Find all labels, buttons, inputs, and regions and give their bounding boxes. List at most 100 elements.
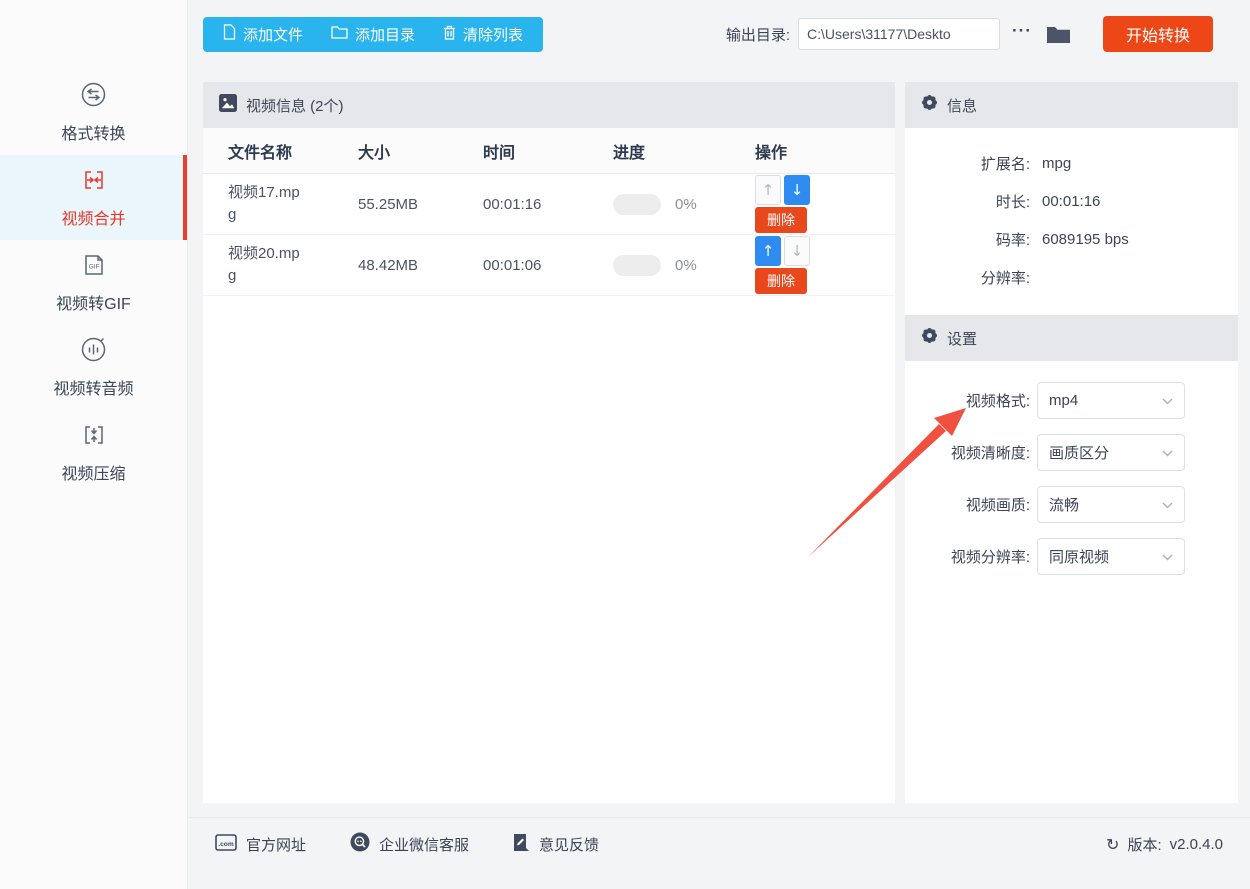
setting-video-format: 视频格式: mp4 bbox=[905, 382, 1238, 419]
chevron-down-icon bbox=[1162, 444, 1173, 462]
compress-icon bbox=[81, 422, 107, 453]
info-value: 6089195 bps bbox=[1042, 230, 1129, 248]
wechat-support-label: 企业微信客服 bbox=[379, 836, 470, 854]
info-label: 时长: bbox=[995, 193, 1030, 211]
open-folder-icon[interactable] bbox=[1046, 25, 1071, 44]
sidebar-item-video-to-gif[interactable]: GIF 视频转GIF bbox=[0, 240, 187, 325]
info-value: mpg bbox=[1042, 154, 1072, 172]
video-format-select[interactable]: mp4 bbox=[1037, 382, 1185, 419]
select-value: 画质区分 bbox=[1049, 445, 1110, 462]
file-time: 00:01:06 bbox=[483, 256, 542, 274]
setting-video-clarity: 视频清晰度: 画质区分 bbox=[905, 434, 1238, 471]
sidebar-item-label: 视频转音频 bbox=[53, 381, 134, 398]
info-row-resolution: 分辨率: bbox=[905, 258, 1238, 296]
add-directory-label: 添加目录 bbox=[355, 26, 416, 44]
info-row-duration: 时长: 00:01:16 bbox=[905, 182, 1238, 220]
file-actions-group: 添加文件 添加目录 清除列表 bbox=[203, 16, 544, 52]
official-site-label: 官方网址 bbox=[246, 836, 307, 854]
sidebar-item-label: 视频压缩 bbox=[61, 465, 126, 483]
feedback-link[interactable]: 意见反馈 bbox=[513, 833, 599, 856]
video-list-header: 视频信息 (2个) bbox=[203, 82, 895, 128]
select-value: mp4 bbox=[1049, 392, 1079, 409]
settings-header: 设置 bbox=[905, 315, 1238, 361]
file-name: 视频20.mpg bbox=[228, 245, 300, 284]
sidebar-item-video-compress[interactable]: 视频压缩 bbox=[0, 410, 187, 495]
delete-button[interactable]: 删除 bbox=[755, 207, 807, 233]
info-row-extension: 扩展名: mpg bbox=[905, 144, 1238, 182]
feedback-icon bbox=[513, 833, 530, 856]
info-header: 信息 bbox=[905, 82, 1238, 128]
setting-video-resolution: 视频分辨率: 同原视频 bbox=[905, 538, 1238, 575]
audio-icon bbox=[80, 336, 107, 368]
clear-list-button[interactable]: 清除列表 bbox=[429, 17, 537, 52]
content: 视频信息 (2个) 文件名称 大小 时间 进度 操作 视频17.mpg 55.2… bbox=[188, 68, 1250, 803]
wechat-icon bbox=[350, 832, 370, 856]
col-actions: 操作 bbox=[755, 144, 788, 162]
sidebar-item-label: 视频转GIF bbox=[56, 295, 131, 313]
select-value: 流畅 bbox=[1049, 497, 1080, 514]
table-header-row: 文件名称 大小 时间 进度 操作 bbox=[203, 128, 895, 174]
sidebar-item-format-convert[interactable]: 格式转换 bbox=[0, 70, 187, 155]
move-down-button[interactable]: ↓ bbox=[784, 175, 810, 205]
row-actions: ↑ ↓ 删除 bbox=[755, 236, 895, 294]
website-icon: .com bbox=[215, 833, 237, 855]
svg-text:.com: .com bbox=[218, 841, 234, 848]
move-up-button[interactable]: ↑ bbox=[755, 236, 781, 266]
feedback-label: 意见反馈 bbox=[539, 836, 600, 854]
browse-ellipsis-button[interactable]: ··· bbox=[1012, 21, 1032, 41]
start-convert-button[interactable]: 开始转换 bbox=[1103, 16, 1213, 52]
progress-cell: 0% bbox=[613, 254, 755, 276]
add-file-button[interactable]: 添加文件 bbox=[209, 17, 317, 52]
folder-icon bbox=[331, 25, 348, 43]
col-progress: 进度 bbox=[613, 144, 646, 162]
info-title: 信息 bbox=[947, 97, 978, 115]
setting-label: 视频格式: bbox=[965, 393, 1030, 410]
move-up-button[interactable]: ↑ bbox=[755, 175, 781, 205]
refresh-icon[interactable]: ↻ bbox=[1106, 835, 1119, 854]
delete-button[interactable]: 删除 bbox=[755, 268, 807, 294]
video-quality-select[interactable]: 流畅 bbox=[1037, 486, 1185, 523]
video-list-title: 视频信息 (2个) bbox=[246, 97, 344, 115]
chevron-down-icon bbox=[1162, 548, 1173, 566]
app-window: 格式转换 视频合并 GIF 视频转GIF 视频转音频 视频压缩 添加文件 添加目… bbox=[0, 0, 1250, 889]
progress-cell: 0% bbox=[613, 193, 755, 215]
video-info-icon bbox=[219, 93, 237, 117]
top-toolbar: 添加文件 添加目录 清除列表 输出目录: ··· bbox=[188, 0, 1250, 68]
sidebar-item-video-merge[interactable]: 视频合并 bbox=[0, 155, 187, 240]
gear-icon bbox=[921, 94, 938, 116]
gif-icon: GIF bbox=[81, 252, 107, 283]
chevron-down-icon bbox=[1162, 496, 1173, 514]
merge-icon bbox=[81, 167, 107, 198]
table-row: 视频20.mpg 48.42MB 00:01:06 0% ↑ ↓ 删除 bbox=[203, 235, 895, 296]
convert-icon bbox=[80, 81, 107, 113]
sidebar: 格式转换 视频合并 GIF 视频转GIF 视频转音频 视频压缩 bbox=[0, 0, 188, 889]
setting-label: 视频分辨率: bbox=[950, 549, 1030, 566]
setting-label: 视频清晰度: bbox=[950, 445, 1030, 462]
sidebar-item-video-to-audio[interactable]: 视频转音频 bbox=[0, 325, 187, 410]
output-dir-input[interactable] bbox=[798, 18, 1001, 50]
add-file-label: 添加文件 bbox=[243, 26, 304, 44]
table-row: 视频17.mpg 55.25MB 00:01:16 0% ↑ ↓ 删除 bbox=[203, 174, 895, 235]
video-resolution-select[interactable]: 同原视频 bbox=[1037, 538, 1185, 575]
info-value: 00:01:16 bbox=[1042, 192, 1101, 210]
info-label: 分辨率: bbox=[980, 269, 1030, 287]
add-directory-button[interactable]: 添加目录 bbox=[317, 17, 429, 52]
video-clarity-select[interactable]: 画质区分 bbox=[1037, 434, 1185, 471]
row-actions: ↑ ↓ 删除 bbox=[755, 175, 895, 233]
setting-label: 视频画质: bbox=[965, 497, 1030, 514]
setting-video-quality: 视频画质: 流畅 bbox=[905, 486, 1238, 523]
official-site-link[interactable]: .com 官方网址 bbox=[215, 833, 307, 855]
file-size: 55.25MB bbox=[358, 195, 419, 213]
progress-percent: 0% bbox=[675, 256, 697, 274]
version-value: v2.0.4.0 bbox=[1169, 835, 1223, 853]
move-down-button[interactable]: ↓ bbox=[784, 236, 810, 266]
trash-icon bbox=[443, 25, 456, 44]
col-size: 大小 bbox=[358, 144, 391, 162]
footer: .com 官方网址 企业微信客服 意见反馈 ↻ 版本: v2.0.4.0 bbox=[188, 817, 1250, 870]
svg-text:GIF: GIF bbox=[88, 263, 99, 270]
wechat-support-link[interactable]: 企业微信客服 bbox=[350, 832, 469, 856]
progress-bar bbox=[613, 254, 661, 276]
progress-bar bbox=[613, 193, 661, 215]
select-value: 同原视频 bbox=[1049, 549, 1110, 566]
info-label: 码率: bbox=[995, 231, 1030, 249]
